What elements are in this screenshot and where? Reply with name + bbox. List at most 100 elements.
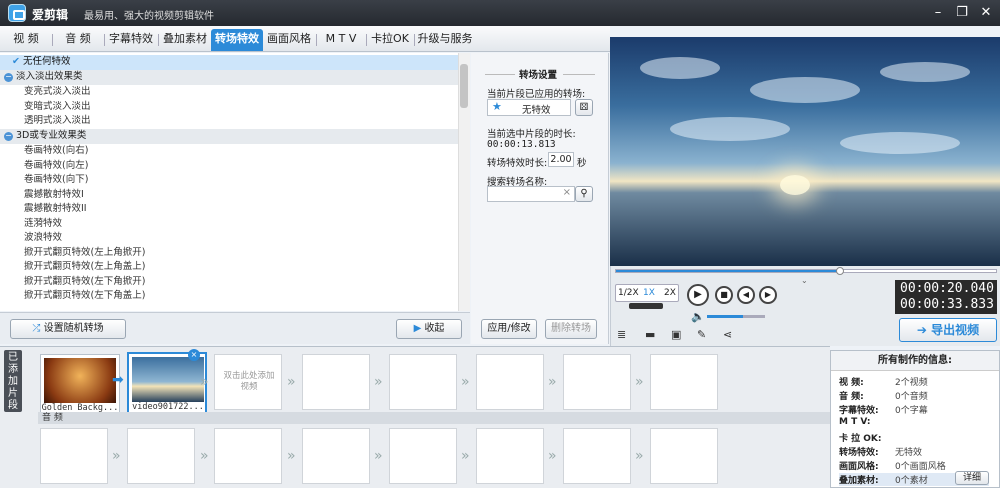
audio-slot[interactable] [127,428,195,484]
folder-icon[interactable]: ▬ [645,328,655,341]
list-item[interactable]: 掀开式翻页特效(左下角掀开) [0,275,458,290]
volume-icon[interactable]: 🔈 [691,310,705,323]
close-icon[interactable]: ✕ [976,4,996,22]
clip-thumbnail[interactable]: Golden Backg... [40,354,120,420]
list-item[interactable]: 涟漪特效 [0,217,458,232]
restore-icon[interactable]: ❐ [952,4,972,22]
audio-slot[interactable] [476,428,544,484]
next-frame-icon[interactable]: ▶ [759,286,777,304]
shuffle-icon: ⤮ [32,323,44,334]
info-row: 画面风格: 0个画面风格 [839,462,946,472]
empty-slot[interactable] [563,354,631,410]
progress-handle[interactable] [836,267,845,275]
list-item[interactable]: 卷画特效(向左) [0,159,458,174]
audio-slot[interactable] [389,428,457,484]
progress-track[interactable] [615,269,997,273]
speed-double[interactable]: 2X [664,288,676,298]
remove-clip-icon[interactable]: × [188,349,200,361]
expand-down-icon[interactable]: ⌄ [801,276,808,285]
transition-arrow-icon: » [287,448,296,464]
empty-slot[interactable] [302,354,370,410]
list-item[interactable]: 卷画特效(向右) [0,144,458,159]
transition-arrow-icon[interactable]: » [200,374,212,390]
tab-overlay[interactable]: 叠加素材 [160,29,210,51]
speed-normal[interactable]: 1X [643,288,655,298]
video-preview [610,37,1000,266]
list-item[interactable]: 掀开式翻页特效(左上角掀开) [0,246,458,261]
share-icon[interactable]: ⋖ [723,328,732,341]
tab-video[interactable]: 视 频 [4,29,48,51]
audio-slot[interactable] [563,428,631,484]
list-item[interactable]: 震撼散射特效II [0,202,458,217]
add-video-hint: 双击此处添加视频 [223,371,275,392]
info-row: 卡 拉 OK: [839,434,882,444]
volume-track[interactable] [707,315,765,318]
effect-duration-input[interactable]: 2.00 [548,152,574,167]
list-item[interactable]: 卷画特效(向下) [0,173,458,188]
list-item[interactable]: 透明式淡入淡出 [0,114,458,129]
audio-slot[interactable] [650,428,718,484]
list-item[interactable]: 震撼散射特效I [0,188,458,203]
detail-button[interactable]: 详细 [955,471,989,485]
tab-karaoke[interactable]: 卡拉OK [368,29,412,51]
search-icon[interactable]: ⚲ [575,186,593,202]
transition-arrow-icon[interactable]: » [635,374,647,390]
cloud-shape [750,77,860,103]
tab-mtv[interactable]: M T V [318,29,364,51]
transition-list: ✔ 无任何特效 − 淡入淡出效果类 变亮式淡入淡出 变暗式淡入淡出 透明式淡入淡出… [0,53,470,311]
scrollbar-thumb[interactable] [460,64,468,108]
text-icon[interactable]: ≣ [617,328,626,341]
list-item[interactable]: 变暗式淡入淡出 [0,100,458,115]
audio-slot[interactable] [302,428,370,484]
stop-icon[interactable]: ■ [715,286,733,304]
empty-slot[interactable] [476,354,544,410]
list-group[interactable]: − 淡入淡出效果类 [0,70,458,85]
audio-slot[interactable] [40,428,108,484]
empty-slot[interactable] [650,354,718,410]
list-item[interactable]: ✔ 无任何特效 [0,55,458,70]
play-icon[interactable]: ▶ [687,284,709,306]
minimize-icon[interactable]: – [928,4,948,22]
list-group[interactable]: −3D或专业效果类 [0,129,458,144]
transition-arrow-icon[interactable]: » [461,374,473,390]
list-item[interactable]: 掀开式翻页特效(左上角盖上) [0,260,458,275]
apply-button[interactable]: 应用/修改 [481,319,537,339]
transition-arrow-icon[interactable]: » [374,374,386,390]
tab-picture-style[interactable]: 画面风格 [264,29,314,51]
speed-half[interactable]: 1/2X [618,288,639,298]
list-item[interactable]: 波浪特效 [0,231,458,246]
transition-arrow-icon[interactable]: » [287,374,299,390]
speed-slider[interactable] [629,303,663,309]
audio-track-label: 音 频 [38,412,830,424]
dice-icon[interactable]: ⚄ [575,99,593,116]
tab-audio[interactable]: 音 频 [56,29,100,51]
total-time: 00:00:33.833 [900,297,994,312]
add-video-slot[interactable]: 双击此处添加视频 [214,354,282,410]
collapse-icon[interactable]: − [4,132,13,141]
audio-slot[interactable] [214,428,282,484]
tab-upgrade[interactable]: 升级与服务 [416,29,474,51]
collapse-button[interactable]: ▶ 收起 [396,319,462,339]
transition-arrow-icon[interactable]: » [548,374,560,390]
collapse-icon[interactable]: − [4,73,13,82]
empty-slot[interactable] [389,354,457,410]
list-item[interactable]: 变亮式淡入淡出 [0,85,458,100]
clip-thumbnail-selected[interactable]: video901722... [127,352,207,418]
transition-arrow-icon: » [635,448,644,464]
collapse-arrow-icon: ▶ [413,323,425,334]
list-item[interactable]: 掀开式翻页特效(左下角盖上) [0,289,458,304]
random-transition-button[interactable]: ⤮ 设置随机转场 [10,319,126,339]
search-input[interactable]: × [487,186,575,202]
applied-transition-label: 当前片段已应用的转场: [487,89,586,100]
export-video-button[interactable]: ➔ 导出视频 [899,318,997,342]
current-time: 00:00:20.040 [900,281,994,296]
tab-subtitle-effects[interactable]: 字幕特效 [106,29,156,51]
previous-frame-icon[interactable]: ◀ [737,286,755,304]
clear-icon[interactable]: × [563,187,571,198]
export-icon: ➔ [916,323,932,337]
delete-transition-button[interactable]: 删除转场 [545,319,597,339]
volume-fill [707,315,743,318]
tab-transitions[interactable]: 转场特效 [211,29,263,51]
save-icon[interactable]: ▣ [671,328,681,341]
edit-icon[interactable]: ✎ [697,328,706,341]
